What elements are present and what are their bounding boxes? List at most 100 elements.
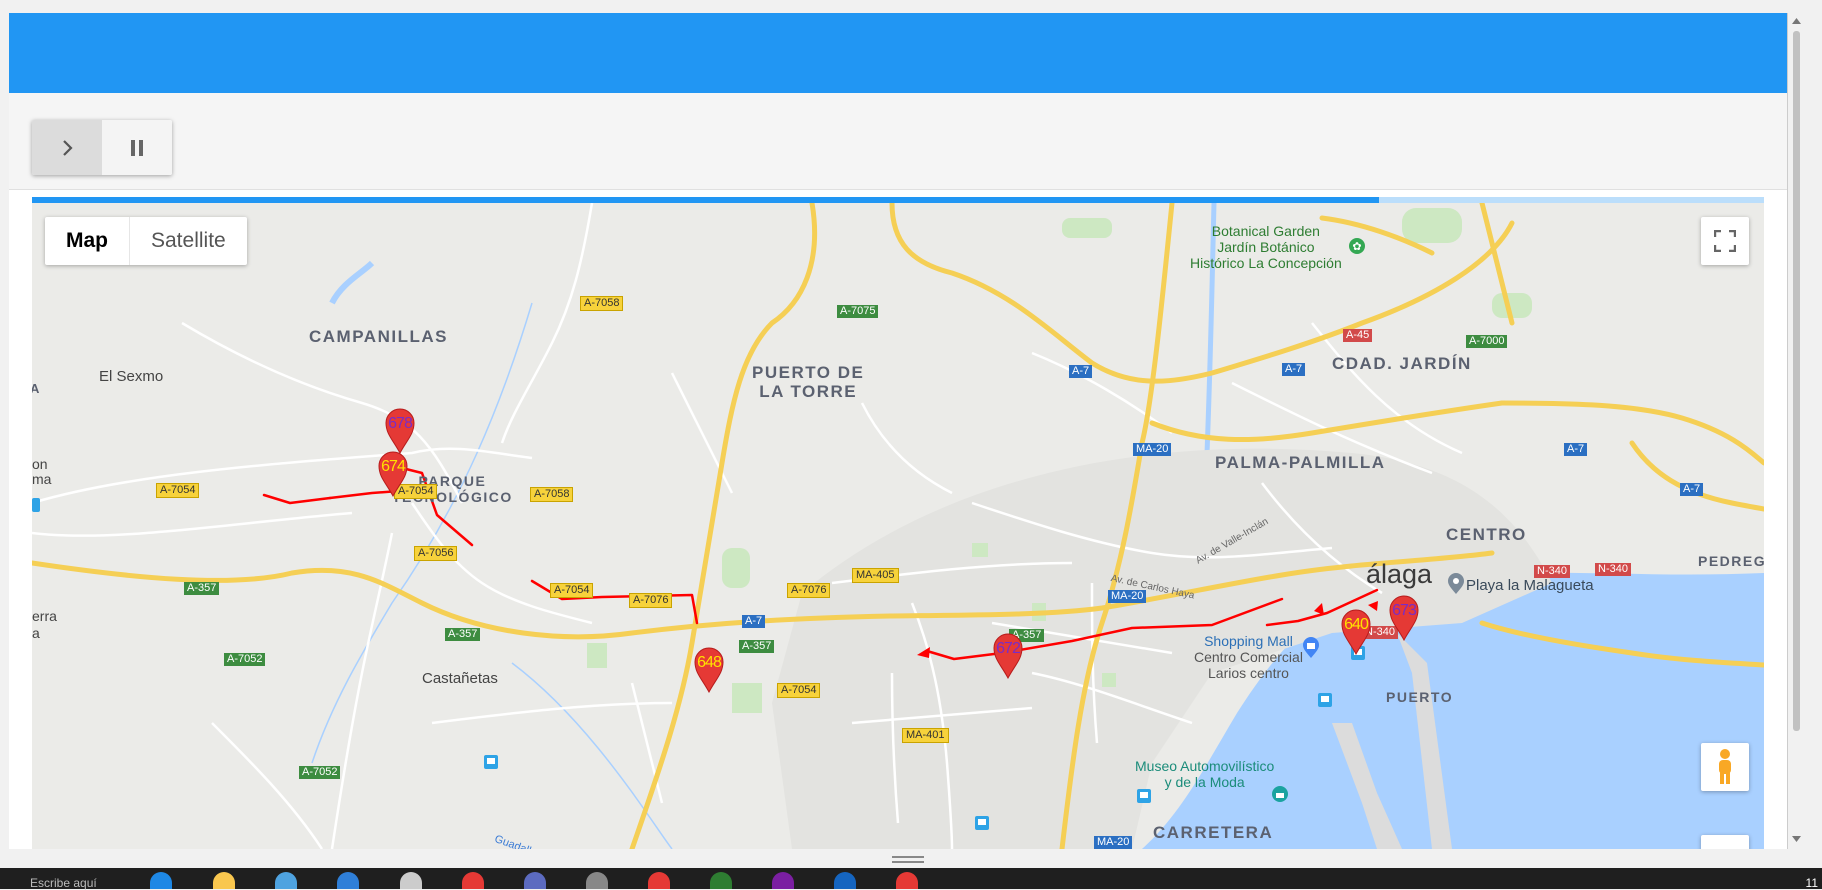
zoom-in-button[interactable]: + <box>1701 835 1749 849</box>
road-shield: A-7 <box>1069 365 1093 378</box>
app-icon[interactable] <box>772 872 794 889</box>
location-pin-icon <box>1448 573 1464 594</box>
app-icon[interactable] <box>275 872 297 889</box>
fullscreen-button[interactable] <box>1701 217 1749 265</box>
poi-botanical-line1: Botanical Garden <box>1211 223 1320 239</box>
map-type-control: Map Satellite <box>45 217 247 265</box>
map-view[interactable]: CAMPANILLAS PUERTO DE LA TORRE CDAD. JAR… <box>32 203 1764 849</box>
scroll-down-icon[interactable] <box>1792 835 1801 843</box>
marker-label: 672 <box>996 640 1021 657</box>
app-bar <box>9 13 1787 93</box>
road-shield: A-7052 <box>224 653 266 666</box>
poi-botanical-garden[interactable]: Botanical Garden Jardín Botánico Históri… <box>1190 223 1342 271</box>
road-shield: MA-20 <box>1133 443 1172 456</box>
vehicle-marker[interactable]: 648 <box>694 647 724 693</box>
marker-label: 640 <box>1344 616 1369 633</box>
road-shield: N-340 <box>1595 563 1631 576</box>
app-icon[interactable] <box>648 872 670 889</box>
poi-shopping-line2: Centro Comercial <box>1194 649 1303 665</box>
map-type-satellite-button[interactable]: Satellite <box>129 217 247 265</box>
district-puerto: PUERTO <box>1386 689 1454 705</box>
vehicle-marker[interactable]: 640 <box>1341 609 1371 655</box>
road-shield: MA-405 <box>852 568 899 583</box>
playback-toolbar <box>9 93 1787 190</box>
poi-museo-line1: Museo Automovilístico <box>1135 758 1275 774</box>
resize-handle-icon[interactable] <box>890 855 926 865</box>
fullscreen-icon <box>1714 230 1736 252</box>
poi-shopping-mall[interactable]: Shopping Mall Centro Comercial Larios ce… <box>1194 633 1303 681</box>
marker-label: 674 <box>381 458 406 475</box>
taskbar-clock[interactable]: 11 <box>1806 876 1818 890</box>
place-edge-a: a <box>32 625 40 641</box>
taskbar-search[interactable]: Escribe aquí <box>30 876 97 890</box>
vehicle-marker[interactable]: 674 <box>378 451 408 497</box>
poi-botanical-line3: Histórico La Concepción <box>1190 255 1342 271</box>
train-icon <box>1137 789 1151 803</box>
scroll-thumb[interactable] <box>1793 31 1800 731</box>
district-cdad-jardin: CDAD. JARDÍN <box>1332 354 1472 373</box>
svg-text:✿: ✿ <box>1352 240 1361 253</box>
app-icon[interactable] <box>710 872 732 889</box>
road-shield: A-7 <box>1282 363 1306 376</box>
app-icon[interactable] <box>337 872 359 889</box>
district-puerto-line1: PUERTO DE <box>752 363 865 382</box>
play-button[interactable] <box>32 120 102 175</box>
vscode-icon[interactable] <box>834 872 856 889</box>
road-shield: MA-20 <box>1108 590 1147 603</box>
map-type-map-button[interactable]: Map <box>45 217 129 265</box>
road-shield: A-45 <box>1343 329 1373 342</box>
poi-museo[interactable]: Museo Automovilístico y de la Moda <box>1135 758 1274 790</box>
shopping-icon <box>1303 637 1319 658</box>
pause-button[interactable] <box>102 120 172 175</box>
place-edge-on: on <box>32 456 48 472</box>
edge-browser-icon[interactable] <box>150 872 172 889</box>
road-shield: A-7 <box>1564 443 1588 456</box>
road-shield: A-7076 <box>787 583 831 598</box>
train-icon <box>484 755 498 769</box>
place-edge-erra: erra <box>32 608 57 624</box>
marker-label: 673 <box>1392 602 1417 619</box>
pegman-icon <box>1719 749 1731 784</box>
road-shield: A-7058 <box>530 487 574 502</box>
road-shield: A-7054 <box>156 483 200 498</box>
museum-icon <box>1272 786 1288 802</box>
road-shield: A-7076 <box>629 593 673 608</box>
app-icon[interactable] <box>400 872 422 889</box>
app-icon[interactable] <box>524 872 546 889</box>
app-icon[interactable] <box>896 872 918 889</box>
district-edge-a: A <box>32 381 41 396</box>
district-campanillas: CAMPANILLAS <box>309 327 448 346</box>
app-window: CAMPANILLAS PUERTO DE LA TORRE CDAD. JAR… <box>9 13 1788 849</box>
road-shield: MA-20 <box>1094 836 1133 849</box>
road-shield: A-7 <box>1680 483 1704 496</box>
road-shield: A-7054 <box>550 583 594 598</box>
scroll-up-icon[interactable] <box>1792 17 1801 25</box>
poi-botanical-line2: Jardín Botánico <box>1217 239 1315 255</box>
train-icon <box>32 498 40 512</box>
vehicle-marker[interactable]: 673 <box>1389 595 1419 641</box>
district-puerto-line2: LA TORRE <box>759 382 858 401</box>
road-shield: A-357 <box>184 582 220 595</box>
vehicle-marker[interactable]: 672 <box>993 633 1023 679</box>
file-explorer-icon[interactable] <box>213 872 235 889</box>
road-shield: A-7052 <box>299 766 341 779</box>
road-shield: A-7075 <box>837 305 879 318</box>
app-icon[interactable] <box>586 872 608 889</box>
district-puerto-de-la-torre: PUERTO DE LA TORRE <box>752 363 864 401</box>
road-shield: MA-401 <box>902 728 949 743</box>
page-scrollbar[interactable] <box>1789 13 1804 849</box>
road-shield: A-7 <box>742 615 766 628</box>
road-shield: A-7058 <box>580 296 624 311</box>
road-shield: N-340 <box>1534 565 1570 578</box>
train-icon <box>975 816 989 830</box>
place-castanetas: Castañetas <box>422 670 498 687</box>
train-icon <box>1318 693 1332 707</box>
street-view-pegman-button[interactable] <box>1701 743 1749 791</box>
road-shield: A-7000 <box>1466 335 1508 348</box>
place-edge-ma: ma <box>32 471 52 487</box>
district-palma-palmilla: PALMA-PALMILLA <box>1215 453 1386 472</box>
chrome-icon[interactable] <box>462 872 484 889</box>
poi-playa-malagueta[interactable]: Playa la Malagueta <box>1466 577 1594 594</box>
vehicle-marker[interactable]: 678 <box>385 408 415 454</box>
marker-label: 648 <box>697 654 722 671</box>
